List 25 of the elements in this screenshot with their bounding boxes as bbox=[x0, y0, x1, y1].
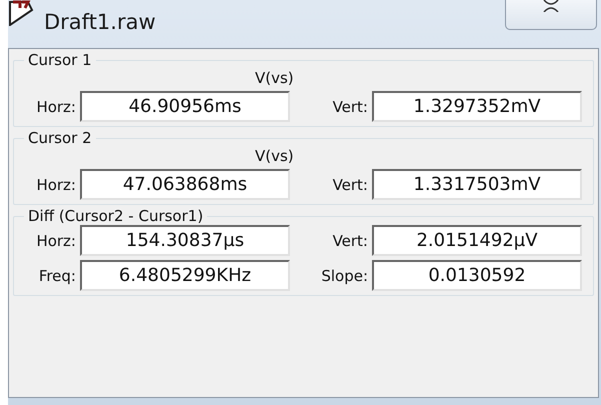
field-label: Vert: bbox=[332, 232, 368, 250]
value-field[interactable]: 1.3297352mV bbox=[372, 91, 582, 122]
group-title: Diff (Cursor2 - Cursor1) bbox=[27, 207, 204, 225]
close-button[interactable] bbox=[505, 0, 597, 30]
field-label: Vert: bbox=[332, 176, 368, 194]
value-field[interactable]: 46.90956ms bbox=[80, 91, 290, 122]
field-label: Horz: bbox=[35, 232, 76, 250]
close-icon bbox=[542, 0, 560, 12]
value-field[interactable]: 6.4805299KHz bbox=[80, 260, 290, 291]
value-field[interactable]: 0.0130592 bbox=[372, 260, 582, 291]
trace-name: V(vs) bbox=[255, 69, 294, 87]
window-title: Draft1.raw bbox=[44, 10, 156, 34]
field-label: Slope: bbox=[320, 266, 368, 284]
trace-name: V(vs) bbox=[255, 147, 294, 165]
field-label: Vert: bbox=[332, 98, 368, 116]
app-logo-icon bbox=[8, 0, 34, 26]
value-field[interactable]: 154.30837µs bbox=[80, 225, 290, 256]
field-label: Horz: bbox=[35, 98, 76, 116]
field-label: Freq: bbox=[38, 266, 76, 284]
value-field[interactable]: 2.0151492µV bbox=[372, 225, 582, 256]
field-label: Horz: bbox=[35, 176, 76, 194]
group-title: Cursor 2 bbox=[27, 129, 93, 147]
value-field[interactable]: 47.063868ms bbox=[80, 169, 290, 200]
value-field[interactable]: 1.3317503mV bbox=[372, 169, 582, 200]
group-title: Cursor 1 bbox=[27, 51, 93, 69]
